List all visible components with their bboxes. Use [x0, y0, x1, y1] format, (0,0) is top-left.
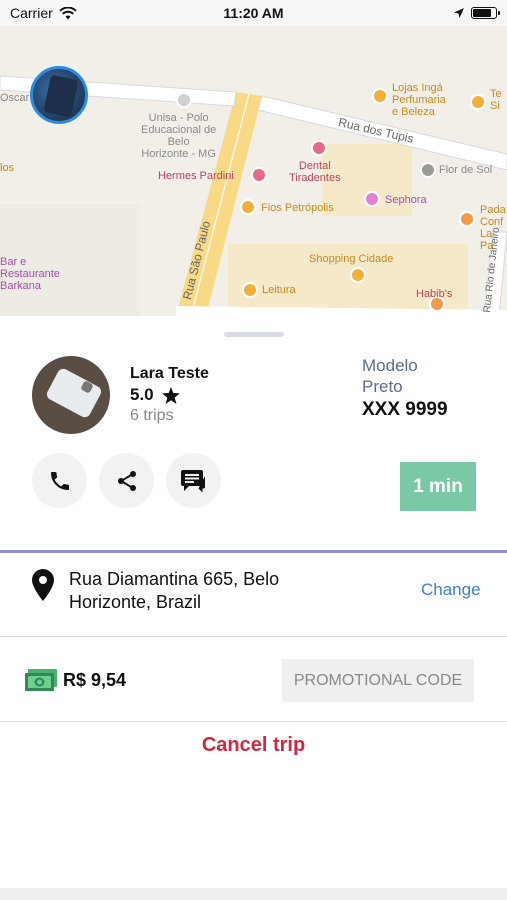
battery-fill	[473, 9, 491, 17]
driver-rating: 5.0	[130, 385, 180, 405]
trip-sheet: Lara Teste 5.0 6 trips Modelo Preto XXX …	[0, 316, 507, 900]
phone-icon	[50, 471, 69, 490]
sephora-poi-icon[interactable]	[364, 191, 380, 207]
car-color: Preto	[362, 377, 403, 396]
lab-poi-icon[interactable]	[251, 167, 267, 183]
divider	[0, 721, 507, 722]
map-view[interactable]: Oscar Unisa - Polo Educacional de Belo H…	[0, 26, 507, 316]
section-divider-accent	[0, 550, 507, 553]
driver-rating-value: 5.0	[130, 385, 154, 404]
te-poi-icon[interactable]	[470, 94, 486, 110]
map-label-dental: Dental Tiradentes	[289, 160, 341, 184]
chat-icon	[180, 469, 205, 492]
map-label-flor: Flor de Sol	[439, 164, 493, 176]
map-label-lojas: Lojas Ingá Perfumaria e Beleza	[392, 82, 446, 118]
status-left: Carrier	[10, 5, 77, 21]
status-right	[453, 7, 500, 19]
driver-trips: 6 trips	[130, 407, 174, 424]
money-icon	[25, 669, 57, 691]
map-label-shopping: Shopping Cidade	[309, 253, 394, 265]
carrier-label: Carrier	[10, 5, 53, 21]
promo-code-button[interactable]: PROMOTIONAL CODE	[282, 659, 474, 702]
destination-address: Rua Diamantina 665, Belo Horizonte, Braz…	[69, 569, 280, 612]
change-destination-button[interactable]: Change	[421, 580, 481, 600]
map-label-unisa: Unisa - Polo Educacional de Belo Horizon…	[141, 112, 217, 160]
flower-shop-poi-icon[interactable]	[420, 162, 436, 178]
location-pin-icon	[32, 569, 54, 601]
car-plate: XXX 9999	[362, 399, 448, 420]
map-label-habib: Habib's	[416, 288, 453, 300]
map-label-sephora: Sephora	[385, 194, 427, 206]
fios-poi-icon[interactable]	[240, 199, 256, 215]
map-label-leitura: Leitura	[262, 284, 296, 296]
bottom-bar	[0, 888, 507, 900]
eta-badge: 1 min	[400, 462, 476, 511]
location-arrow-icon	[454, 8, 464, 18]
driver-name: Lara Teste	[130, 365, 209, 382]
map-label-bar: Bar e Restaurante Barkana	[0, 256, 60, 292]
cancel-trip-button[interactable]: Cancel trip	[0, 734, 507, 757]
chat-button[interactable]	[166, 453, 221, 508]
map-label-left-partial: Oscar	[0, 92, 30, 104]
shopping-poi-icon[interactable]	[350, 267, 366, 283]
map-label-los: los	[0, 162, 15, 174]
wifi-icon	[59, 6, 77, 19]
share-icon	[117, 470, 136, 491]
status-bar: Carrier 11:20 AM	[0, 0, 507, 26]
divider	[0, 636, 507, 637]
map-label-te: Te Si	[490, 88, 502, 112]
status-time: 11:20 AM	[223, 5, 284, 21]
sheet-drag-handle[interactable]	[224, 332, 284, 337]
trip-price: R$ 9,54	[63, 670, 127, 690]
star-icon	[161, 386, 180, 404]
driver-avatar	[32, 356, 110, 434]
battery-icon	[471, 7, 500, 19]
map-label-fios: Fios Petrópolis	[261, 202, 334, 214]
car-model: Modelo	[362, 356, 418, 375]
driver-map-avatar[interactable]	[30, 66, 88, 124]
share-button[interactable]	[99, 453, 154, 508]
school-poi-icon[interactable]	[176, 92, 192, 108]
map-label-hermes: Hermes Pardini	[158, 170, 234, 182]
leitura-poi-icon[interactable]	[242, 282, 258, 298]
lojas-poi-icon[interactable]	[372, 88, 388, 104]
call-button[interactable]	[32, 453, 87, 508]
dental-poi-icon[interactable]	[311, 140, 327, 156]
padaria-poi-icon[interactable]	[459, 211, 475, 227]
